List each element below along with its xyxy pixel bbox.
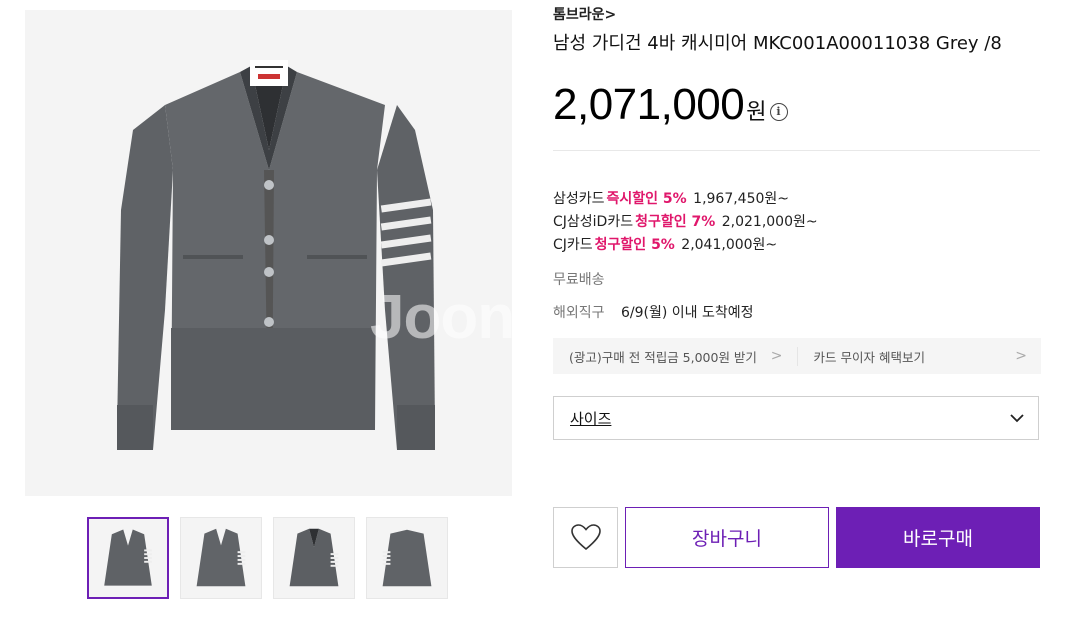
card-discount-row: 삼성카드 즉시할인 5% 1,967,450원~ (553, 188, 789, 208)
promo-bar: (광고)구매 전 적립금 5,000원 받기 > 카드 무이자 혜택보기 > (553, 338, 1041, 374)
brand-link[interactable]: 톰브라운> (553, 4, 616, 24)
heart-icon (570, 524, 601, 551)
size-select-label: 사이즈 (570, 409, 612, 428)
shipping-label: 무료배송 (553, 272, 605, 288)
delivery-date: 6/9(월) 이내 도착예정 (620, 305, 754, 321)
product-title: 남성 가디건 4바 캐시미어 MKC001A00011038 Grey /8 (553, 33, 1002, 54)
action-buttons: 장바구니 바로구매 (553, 507, 1040, 568)
thumbnail-back[interactable] (366, 517, 448, 599)
chevron-right-icon: > (770, 348, 783, 364)
discount-price: 2,021,000원~ (721, 214, 818, 230)
currency-label: 원 (746, 100, 767, 125)
card-discount-row: CJ카드 청구할인 5% 2,041,000원~ (553, 234, 777, 254)
add-to-cart-button[interactable]: 장바구니 (625, 507, 829, 568)
chevron-down-icon (1010, 413, 1024, 422)
buy-now-button[interactable]: 바로구매 (836, 507, 1040, 568)
main-product-image[interactable]: Joong (25, 10, 552, 496)
watermark: Joong (370, 283, 552, 352)
overseas-delivery: 해외직구 6/9(월) 이내 도착예정 (553, 302, 754, 322)
overseas-label: 해외직구 (553, 305, 605, 321)
info-icon[interactable]: i (769, 103, 788, 121)
cardigan-image (25, 10, 512, 496)
product-price: 2,071,000 (553, 80, 745, 129)
promo-label: 카드 무이자 혜택보기 (813, 349, 925, 365)
thumbnail-strip (87, 517, 448, 599)
price-row: 2,071,000 원 i (553, 80, 788, 130)
card-name: 삼성카드 (553, 191, 605, 207)
discount-type: 즉시할인 5% (606, 191, 687, 207)
promo-points-link[interactable]: (광고)구매 전 적립금 5,000원 받기 > (553, 347, 797, 366)
thumbnail-front[interactable] (87, 517, 169, 599)
divider (553, 150, 1040, 151)
card-discount-row: CJ삼성iD카드 청구할인 7% 2,021,000원~ (553, 211, 818, 231)
card-name: CJ카드 (553, 237, 593, 253)
thumbnail-front-alt[interactable] (180, 517, 262, 599)
discount-price: 2,041,000원~ (681, 237, 778, 253)
promo-label: (광고)구매 전 적립금 5,000원 받기 (569, 349, 757, 365)
discount-type: 청구할인 7% (635, 214, 716, 230)
chevron-right-icon: > (1015, 348, 1027, 364)
discount-type: 청구할인 5% (594, 237, 675, 253)
wishlist-button[interactable] (553, 507, 618, 568)
card-name: CJ삼성iD카드 (553, 214, 634, 230)
thumbnail-front-open[interactable] (273, 517, 355, 599)
discount-price: 1,967,450원~ (693, 191, 790, 207)
size-select[interactable]: 사이즈 (553, 396, 1039, 440)
promo-card-interest-link[interactable]: 카드 무이자 혜택보기 > (796, 346, 1042, 366)
